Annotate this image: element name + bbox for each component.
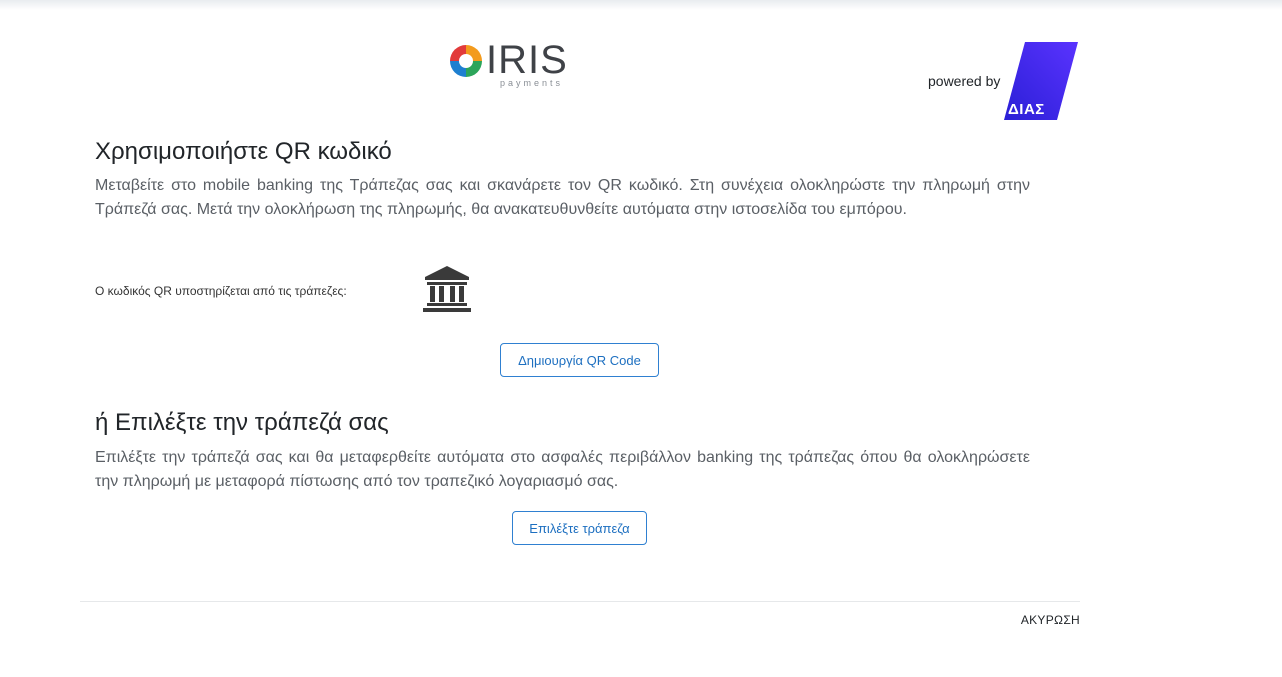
iris-logo: IRIS payments xyxy=(449,38,569,90)
cancel-link[interactable]: ΑΚΥΡΩΣΗ xyxy=(1021,613,1080,627)
dias-logo-text: ΔΙΑΣ xyxy=(1008,101,1045,118)
powered-by-label: powered by xyxy=(928,73,1001,89)
footer-divider xyxy=(80,601,1080,602)
supported-banks-label: Ο κωδικός QR υποστηρίζεται από τις τράπε… xyxy=(95,284,347,298)
qr-section-description: Μεταβείτε στο mobile banking της Τράπεζα… xyxy=(95,177,1030,218)
iris-logo-text: IRIS xyxy=(486,38,568,82)
bank-section-title: ή Επιλέξτε την τράπεζά σας xyxy=(95,409,389,436)
qr-section-title: Χρησιμοποιήστε QR κωδικό xyxy=(95,138,392,165)
payment-page: IRIS payments powered by ΔΙΑΣ Χρησιμοποι… xyxy=(80,0,1080,677)
bank-building-icon xyxy=(423,266,471,312)
bank-section-description: Επιλέξτε την τράπεζά σας και θα μεταφερθ… xyxy=(95,449,1030,490)
iris-logo-mark xyxy=(450,45,482,77)
create-qr-code-button[interactable]: Δημιουργία QR Code xyxy=(500,343,659,377)
select-bank-button[interactable]: Επιλέξτε τράπεζα xyxy=(512,511,647,545)
iris-logo-subtext: payments xyxy=(500,78,564,88)
